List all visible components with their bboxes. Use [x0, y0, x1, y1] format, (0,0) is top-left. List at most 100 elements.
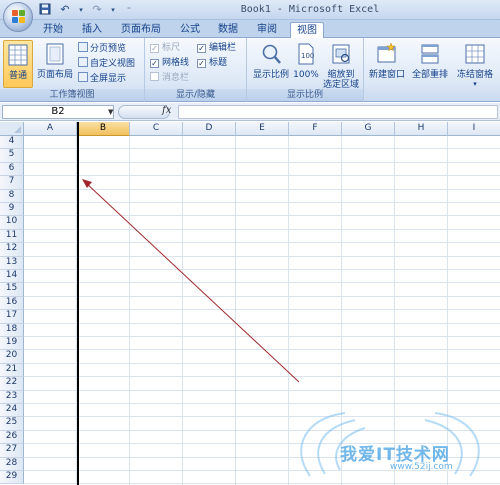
- full-screen-button[interactable]: 全屏显示: [78, 72, 126, 85]
- page-layout-view-button[interactable]: 页面布局: [36, 40, 74, 88]
- column-header-H[interactable]: H: [395, 122, 448, 136]
- zoom-to-selection-button[interactable]: 缩放到 选定区域: [321, 40, 361, 90]
- name-box-dropdown-icon[interactable]: ▼: [108, 108, 113, 116]
- formula-input[interactable]: [178, 105, 498, 119]
- row-header-25[interactable]: 25: [0, 417, 24, 431]
- row-header-26[interactable]: 26: [0, 430, 24, 445]
- column-header-C[interactable]: C: [130, 122, 183, 136]
- row-gridline: [24, 202, 500, 203]
- row-header-12[interactable]: 12: [0, 243, 24, 257]
- ribbon-tabs: 开始 插入 页面布局 公式 数据 审阅 视图: [0, 20, 500, 39]
- column-header-G[interactable]: G: [342, 122, 395, 136]
- tab-0[interactable]: 开始: [40, 22, 66, 38]
- arrange-all-button[interactable]: 全部重排: [409, 40, 451, 88]
- row-header-20[interactable]: 20: [0, 350, 24, 364]
- zoom-to-selection-label: 缩放到 选定区域: [321, 70, 361, 90]
- column-header-E[interactable]: E: [236, 122, 289, 136]
- formula-bar: B2 ▼ fx: [0, 103, 500, 121]
- row-gridline: [24, 349, 500, 351]
- message-bar-label: 消息栏: [162, 73, 190, 83]
- message-bar-check-icon: [150, 72, 159, 81]
- row-header-19[interactable]: 19: [0, 337, 24, 351]
- zoom-to-selection-line1: 缩放到: [327, 70, 355, 80]
- gridlines-label: 网格线: [162, 58, 190, 68]
- group-label-zoom: 显示比例: [247, 89, 363, 101]
- row-header-23[interactable]: 23: [0, 390, 24, 404]
- zoom-100-button[interactable]: 100 100%: [293, 40, 319, 88]
- gridlines-check-icon: ✓: [150, 59, 159, 68]
- column-header-F[interactable]: F: [289, 122, 342, 136]
- row-gridline: [24, 483, 500, 485]
- row-header-27[interactable]: 27: [0, 444, 24, 458]
- custom-views-button[interactable]: 自定义视图: [78, 57, 135, 70]
- freeze-panes-icon: [465, 44, 485, 64]
- page-layout-icon: [46, 43, 64, 65]
- gridlines-checkbox[interactable]: ✓ 网格线: [150, 57, 189, 70]
- ruler-checkbox[interactable]: ✓ 标尺: [150, 42, 180, 55]
- row-header-4[interactable]: 4: [0, 136, 24, 150]
- message-bar-checkbox[interactable]: 消息栏: [150, 72, 189, 85]
- select-all-corner[interactable]: [0, 122, 24, 136]
- row-header-9[interactable]: 9: [0, 203, 24, 217]
- row-header-15[interactable]: 15: [0, 283, 24, 297]
- row-header-22[interactable]: 22: [0, 377, 24, 391]
- full-screen-icon: [78, 72, 88, 82]
- row-header-7[interactable]: 7: [0, 176, 24, 190]
- arrange-all-label: 全部重排: [411, 70, 448, 80]
- normal-view-button[interactable]: 普通: [3, 40, 33, 88]
- group-window: 新建窗口 全部重排 冻结窗格 ▾: [364, 38, 500, 102]
- column-header-D[interactable]: D: [183, 122, 236, 136]
- title-bar: ↶ ▾ ↷ ▾ ⁼ Book1 - Microsoft Excel: [0, 0, 500, 20]
- tab-1[interactable]: 插入: [79, 22, 105, 38]
- row-header-14[interactable]: 14: [0, 270, 24, 284]
- tab-2[interactable]: 页面布局: [118, 22, 164, 38]
- headings-checkbox[interactable]: ✓ 标题: [197, 57, 227, 70]
- row-header-11[interactable]: 11: [0, 229, 24, 244]
- tab-6[interactable]: 视图: [290, 22, 324, 39]
- column-header-I[interactable]: I: [448, 122, 500, 136]
- new-window-button[interactable]: 新建窗口: [367, 40, 407, 88]
- office-button[interactable]: [3, 2, 33, 32]
- normal-view-icon: [8, 44, 28, 66]
- row-header-21[interactable]: 21: [0, 363, 24, 378]
- tab-3[interactable]: 公式: [177, 22, 203, 38]
- row-gridline: [24, 282, 500, 284]
- page-break-icon: [78, 42, 88, 52]
- watermark-url: www.52ij.com: [390, 462, 453, 472]
- page-break-preview-button[interactable]: 分页预览: [78, 42, 126, 55]
- row-header-8[interactable]: 8: [0, 189, 24, 203]
- column-header-B[interactable]: B: [77, 122, 130, 136]
- page-break-preview-label: 分页预览: [90, 44, 127, 54]
- insert-function-icon[interactable]: fx: [162, 105, 171, 116]
- ribbon: 普通 页面布局 分页预览 自定义视图 全屏显示 工作簿视图 ✓ 标尺 ✓ 网格线 消…: [0, 38, 500, 102]
- row-header-18[interactable]: 18: [0, 323, 24, 337]
- freeze-panes-button[interactable]: 冻结窗格 ▾: [453, 40, 497, 88]
- formula-bar-checkbox[interactable]: ✓ 编辑栏: [197, 42, 236, 55]
- name-box[interactable]: B2: [2, 105, 114, 119]
- formula-bar-check-icon: ✓: [197, 44, 206, 53]
- row-header-10[interactable]: 10: [0, 216, 24, 230]
- row-header-29[interactable]: 29: [0, 471, 24, 485]
- row-header-17[interactable]: 17: [0, 310, 24, 324]
- row-gridline: [24, 215, 500, 217]
- freeze-panes-label: 冻结窗格: [456, 70, 493, 80]
- row-header-16[interactable]: 16: [0, 296, 24, 311]
- tab-4[interactable]: 数据: [215, 22, 241, 38]
- zoom-label: 显示比例: [252, 70, 289, 80]
- row-gridline: [24, 389, 500, 391]
- row-header-13[interactable]: 13: [0, 256, 24, 270]
- formula-bar-label: 编辑栏: [209, 43, 237, 53]
- row-header-5[interactable]: 5: [0, 149, 24, 163]
- group-workbook-views: 普通 页面布局 分页预览 自定义视图 全屏显示 工作簿视图: [0, 38, 145, 102]
- row-gridline: [24, 322, 500, 324]
- row-header-6[interactable]: 6: [0, 162, 24, 177]
- window-split-line[interactable]: [77, 122, 79, 485]
- row-gridline: [24, 362, 500, 364]
- tab-5[interactable]: 审阅: [254, 22, 280, 38]
- freeze-panes-dropdown-icon[interactable]: ▾: [453, 80, 497, 88]
- row-gridline: [24, 336, 500, 337]
- column-header-A[interactable]: A: [24, 122, 77, 136]
- row-header-28[interactable]: 28: [0, 457, 24, 471]
- zoom-button[interactable]: 显示比例: [250, 40, 292, 88]
- row-header-24[interactable]: 24: [0, 404, 24, 418]
